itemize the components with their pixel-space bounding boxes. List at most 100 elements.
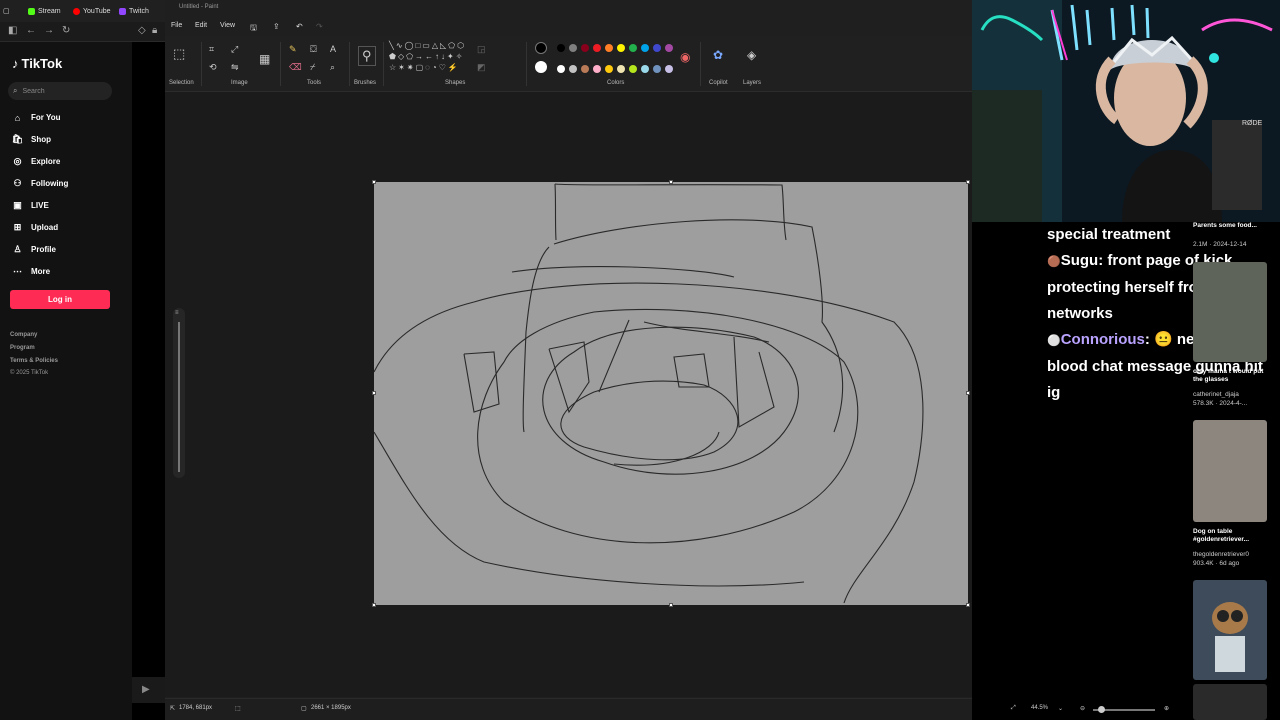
search-input[interactable] [22, 87, 103, 95]
resize-icon[interactable]: ⤢ [231, 44, 238, 55]
nav-following[interactable]: ⚇ Following [12, 178, 68, 189]
zoom-in-icon[interactable]: ⊕ [1164, 705, 1169, 712]
resize-handle[interactable] [669, 180, 673, 184]
feed-caption[interactable]: Parents some food... [1193, 222, 1273, 230]
footer-terms[interactable]: Terms & Policies [10, 358, 58, 364]
feed-thumbnail[interactable] [1193, 580, 1267, 680]
color-swatch[interactable] [557, 44, 565, 52]
feed-thumbnail[interactable] [1193, 420, 1267, 522]
rotate-icon[interactable]: ⟲ [209, 62, 217, 73]
tab-twitch[interactable]: Twitch [119, 4, 149, 18]
menu-view[interactable]: View [220, 22, 235, 29]
secondary-color[interactable] [535, 61, 547, 73]
zoom-out-icon[interactable]: ⊖ [1080, 705, 1085, 712]
color-swatch[interactable] [629, 65, 637, 73]
resize-handle[interactable] [966, 391, 970, 395]
fill-icon[interactable]: ⛋ [310, 44, 317, 55]
lock-icon[interactable]: 🔒︎ [152, 25, 157, 36]
zoom-value[interactable]: 44.5% [1031, 705, 1048, 711]
nav-shop[interactable]: 🛍︎ Shop [12, 134, 51, 145]
login-button[interactable]: Log in [10, 290, 110, 309]
forward-icon[interactable]: → [44, 25, 54, 36]
shapes-row1-icon[interactable]: ╲∿◯□▭△◺⬠⬡ [389, 41, 466, 50]
color-swatch[interactable] [653, 65, 661, 73]
shapes-row2-icon[interactable]: ⬟◇⬠→←↑↓✦✧ [389, 52, 464, 61]
feed-author[interactable]: catherinet_djaja [1193, 391, 1239, 398]
save-icon[interactable]: 🖫 [250, 22, 257, 36]
resize-handle[interactable] [966, 603, 970, 607]
color-swatch[interactable] [593, 65, 601, 73]
sidebar-toggle-icon[interactable]: ◧ [8, 25, 17, 36]
nav-more[interactable]: ⋯ More [12, 266, 50, 277]
copilot-icon[interactable]: ✿ [713, 48, 723, 62]
color-swatch[interactable] [653, 44, 661, 52]
eraser-icon[interactable]: ⌫ [289, 62, 302, 73]
image-select-icon[interactable]: ▦ [259, 52, 270, 66]
text-icon[interactable]: A [330, 44, 336, 54]
feed-author[interactable]: thegoldenretriever0 [1193, 551, 1249, 558]
pencil-icon[interactable]: ✎ [289, 44, 297, 55]
color-swatch[interactable] [641, 44, 649, 52]
tiktok-logo[interactable]: ♪ TikTok [12, 56, 62, 71]
drawing-canvas[interactable] [372, 180, 970, 607]
menu-file[interactable]: File [171, 22, 182, 29]
resize-handle[interactable] [966, 180, 970, 184]
color-swatch[interactable] [593, 44, 601, 52]
selection-rect-icon[interactable]: ⬚ [173, 46, 185, 62]
brush-size-slider[interactable]: ≡ [173, 308, 185, 478]
color-swatch[interactable] [605, 65, 613, 73]
resize-handle[interactable] [372, 180, 376, 184]
share-icon[interactable]: ⇪ [273, 22, 280, 31]
fit-icon[interactable]: ⤢ [1011, 705, 1016, 712]
nav-profile[interactable]: ♙ Profile [12, 244, 55, 255]
feed-caption[interactable]: only mama t would put the glasses [1193, 368, 1273, 384]
undo-icon[interactable]: ↶ [296, 22, 303, 31]
shield-icon[interactable]: ◇ [138, 25, 146, 36]
feed-caption[interactable]: Dog on table #goldenretriever... [1193, 528, 1273, 544]
layers-icon[interactable]: ◈ [747, 48, 756, 62]
feed-thumbnail[interactable] [1193, 684, 1267, 720]
color-swatch[interactable] [617, 65, 625, 73]
nav-for-you[interactable]: ⌂ For You [12, 112, 61, 123]
shapes-row3-icon[interactable]: ☆✶✷▢◌◔♡⚡ [389, 63, 460, 72]
mini-player[interactable]: ▶ [132, 677, 165, 703]
magnifier-icon[interactable]: ⌕ [330, 62, 335, 73]
footer-program[interactable]: Program [10, 345, 35, 351]
primary-color[interactable] [535, 42, 547, 54]
footer-company[interactable]: Company [10, 332, 37, 338]
nav-live[interactable]: ▣ LIVE [12, 200, 49, 211]
zoom-dropdown-icon[interactable]: ⌄ [1058, 705, 1063, 712]
shape-outline-icon[interactable]: ◲ [477, 44, 486, 55]
color-swatch[interactable] [665, 65, 673, 73]
edit-colors-icon[interactable]: ◉ [680, 50, 690, 64]
flip-icon[interactable]: ⇋ [231, 62, 239, 73]
zoom-slider-thumb[interactable] [1098, 706, 1105, 713]
brush-icon[interactable]: ⚲ [358, 46, 376, 66]
color-swatch[interactable] [569, 44, 577, 52]
color-swatch[interactable] [557, 65, 565, 73]
nav-explore[interactable]: ◎ Explore [12, 156, 61, 167]
resize-handle[interactable] [372, 603, 376, 607]
crop-icon[interactable]: ⌗ [209, 44, 214, 55]
menu-edit[interactable]: Edit [195, 22, 207, 29]
color-swatch[interactable] [569, 65, 577, 73]
search-box[interactable]: ⌕ [8, 82, 112, 100]
color-picker-icon[interactable]: ⌿ [310, 62, 315, 73]
color-swatch[interactable] [665, 44, 673, 52]
tab-youtube[interactable]: YouTube [73, 4, 111, 18]
color-swatch[interactable] [641, 65, 649, 73]
resize-handle[interactable] [372, 391, 376, 395]
play-icon[interactable]: ▶ [142, 684, 150, 695]
tab-menu-icon[interactable]: ▢ [3, 4, 10, 18]
resize-handle[interactable] [669, 603, 673, 607]
shape-fill-icon[interactable]: ◩ [477, 62, 486, 73]
tab-stream[interactable]: Stream [28, 4, 61, 18]
color-swatch[interactable] [629, 44, 637, 52]
color-swatch[interactable] [581, 44, 589, 52]
reload-icon[interactable]: ↻ [62, 25, 70, 36]
nav-upload[interactable]: ⊞ Upload [12, 222, 58, 233]
feed-thumbnail[interactable] [1193, 262, 1267, 362]
back-icon[interactable]: ← [26, 25, 36, 36]
color-swatch[interactable] [581, 65, 589, 73]
color-swatch[interactable] [617, 44, 625, 52]
